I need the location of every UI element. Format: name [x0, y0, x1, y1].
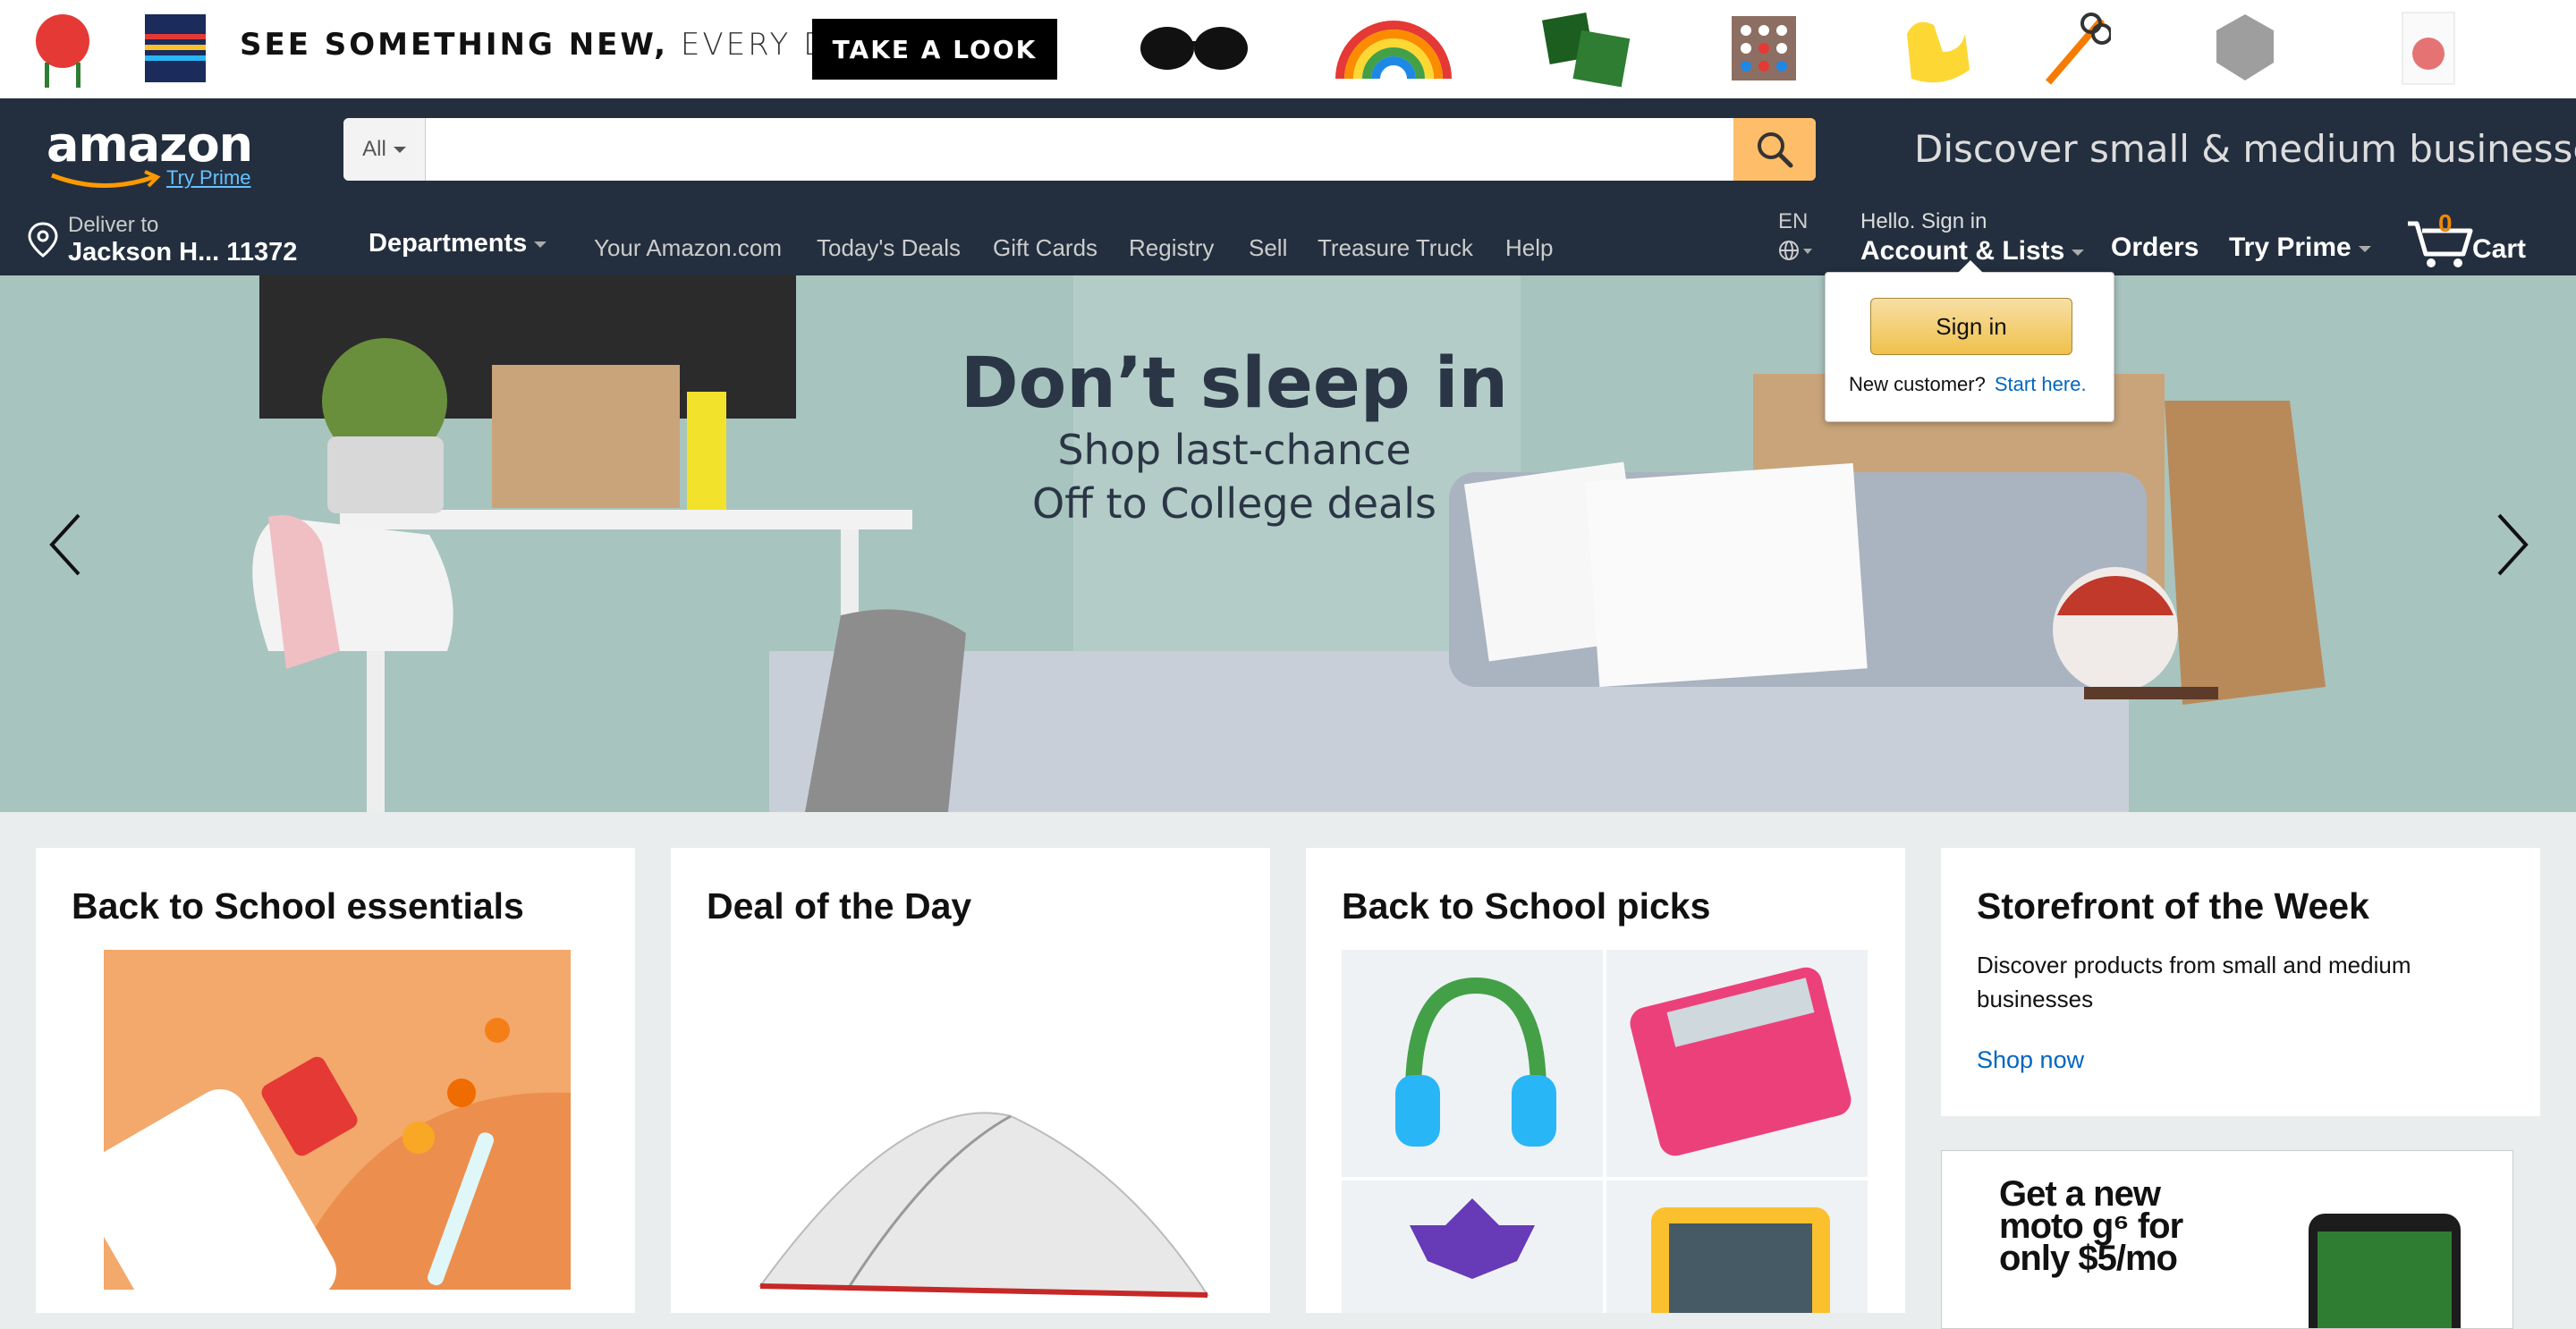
cart-count: 0: [2438, 209, 2453, 237]
new-customer-text: New customer? Start here.: [1849, 373, 2087, 395]
try-prime-menu[interactable]: Try Prime: [2229, 233, 2371, 263]
rainbow-image: [1335, 21, 1452, 80]
start-here-link[interactable]: Start here.: [1995, 373, 2087, 395]
pillows-image: [1542, 13, 1631, 88]
chair-image: [36, 14, 89, 88]
sunglasses-image: [1140, 27, 1248, 70]
tent-product-image[interactable]: [724, 1080, 1225, 1313]
chevron-down-icon: [2072, 249, 2085, 256]
promo-banner[interactable]: SEE SOMETHING NEW, EVERY DAY. TAKE A LOO…: [0, 0, 2576, 98]
location-pin-icon: [28, 222, 58, 258]
hello-sign-in: Hello. Sign in: [1860, 209, 1987, 233]
card-title: Storefront of the Week: [1977, 885, 2369, 927]
nav-header: amazon Try Prime All Discover small & me…: [0, 98, 2576, 275]
cookbook-image: [2402, 12, 2455, 85]
discover-banner[interactable]: Discover small & medium businesses: [1914, 127, 2576, 171]
language-selector[interactable]: EN: [1778, 209, 1814, 271]
cart-button[interactable]: 0 Cart: [2404, 206, 2529, 270]
card-title: Back to School essentials: [72, 885, 524, 927]
headphones-image: [1395, 977, 1556, 1147]
card-deal-of-the-day[interactable]: Deal of the Day: [671, 848, 1270, 1313]
nav-link-registry[interactable]: Registry: [1129, 234, 1214, 262]
carousel-next-arrow-icon[interactable]: [2485, 504, 2538, 585]
departments-menu[interactable]: Departments: [369, 229, 547, 258]
search-icon: [1758, 132, 1793, 168]
ad-text: Get a new moto g⁶ for only $5/mo: [1999, 1174, 2183, 1278]
card-title: Back to School picks: [1342, 885, 1711, 927]
nav-link-todays-deals[interactable]: Today's Deals: [817, 234, 961, 262]
moto-g6-ad[interactable]: Get a new moto g⁶ for only $5/mo: [1941, 1150, 2513, 1329]
hero-subtitle-2: Off to College deals: [1031, 479, 1436, 528]
card-description: Discover products from small and medium …: [1977, 952, 2411, 1012]
deliver-label: Deliver to: [68, 213, 159, 237]
nav-link-gift-cards[interactable]: Gift Cards: [993, 234, 1097, 262]
blanket-image: [145, 14, 206, 82]
hero-carousel[interactable]: Don’t sleep in Shop last-chance Off to C…: [0, 275, 2576, 812]
duck-watering-can-image: [1907, 21, 1970, 83]
try-prime-link[interactable]: Try Prime: [166, 166, 251, 190]
deliver-address: Jackson H... 11372: [68, 238, 298, 267]
amazon-logo[interactable]: amazon Try Prime: [47, 116, 253, 189]
scissors-image: [2045, 13, 2111, 85]
promo-text: SEE SOMETHING NEW, EVERY DAY.: [240, 27, 878, 63]
orders-link[interactable]: Orders: [2111, 233, 2199, 263]
sign-in-button[interactable]: Sign in: [1870, 298, 2072, 355]
calculator-tile[interactable]: [1606, 950, 1868, 1177]
card-title: Deal of the Day: [707, 885, 972, 927]
search-bar: All: [343, 118, 1816, 181]
headphones-tile[interactable]: [1342, 950, 1603, 1177]
nav-link-help[interactable]: Help: [1505, 234, 1553, 262]
shop-now-link[interactable]: Shop now: [1977, 1046, 2084, 1074]
search-category-dropdown[interactable]: All: [343, 118, 426, 181]
cart-label: Cart: [2472, 234, 2527, 264]
vitamins-product-image[interactable]: [104, 950, 571, 1290]
smile-icon: [51, 170, 161, 189]
carousel-prev-arrow-icon[interactable]: [39, 504, 93, 585]
nav-link-treasure-truck[interactable]: Treasure Truck: [1318, 234, 1473, 262]
search-button[interactable]: [1733, 118, 1816, 181]
connect-four-image: [1732, 16, 1796, 80]
calculator-image: [1630, 967, 1852, 1156]
sign-in-popover: Sign in New customer? Start here.: [1825, 260, 2114, 422]
hero-title: Don’t sleep in: [960, 343, 1509, 424]
nav-link-sell[interactable]: Sell: [1249, 234, 1287, 262]
card-storefront-of-the-week[interactable]: Storefront of the Week Discover products…: [1941, 848, 2540, 1116]
take-a-look-button[interactable]: TAKE A LOOK: [812, 19, 1057, 80]
account-lists-menu[interactable]: Hello. Sign in Account & Lists: [1860, 209, 2085, 267]
search-input[interactable]: [426, 118, 1733, 181]
nav-link-your-amazon[interactable]: Your Amazon.com: [594, 234, 782, 262]
card-back-to-school-picks[interactable]: Back to School picks: [1306, 848, 1905, 1313]
hero-subtitle-1: Shop last-chance: [1057, 426, 1411, 474]
card-back-to-school-essentials[interactable]: Back to School essentials: [36, 848, 635, 1313]
phone-image: [2309, 1214, 2461, 1328]
globe-icon: [1779, 241, 1812, 260]
speaker-image: [2216, 14, 2274, 80]
